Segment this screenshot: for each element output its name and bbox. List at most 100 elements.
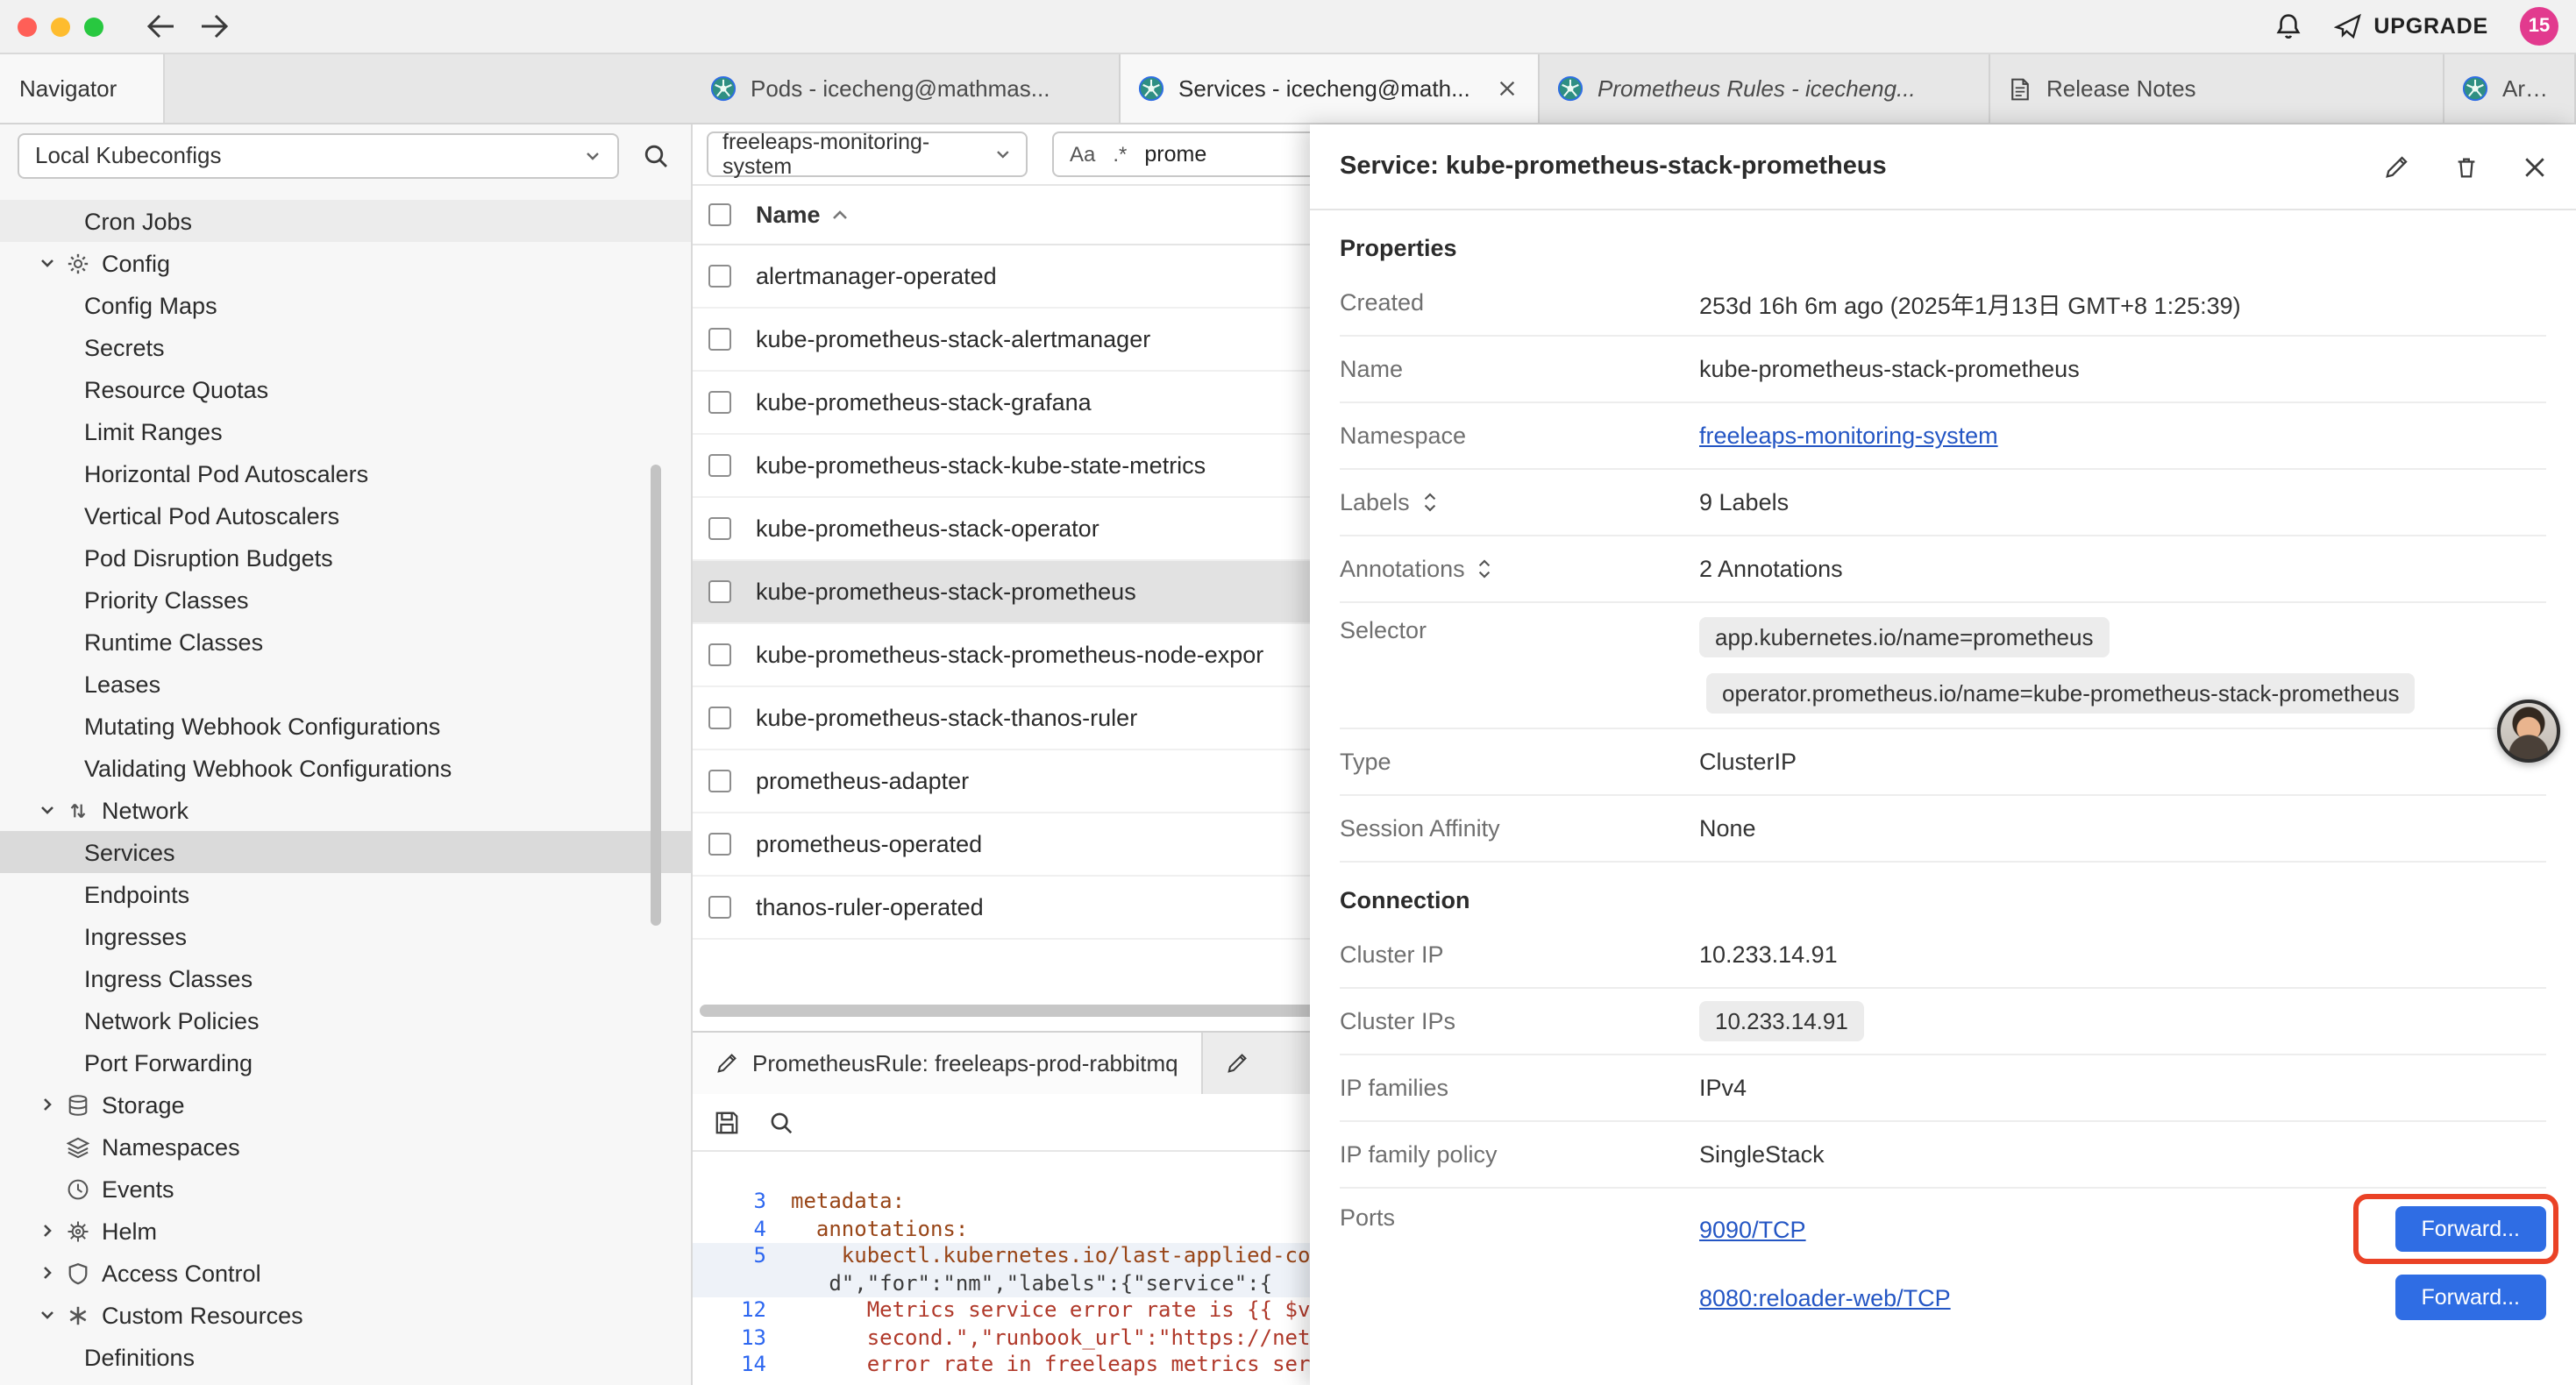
chevron-down-icon <box>39 254 67 272</box>
match-case-toggle[interactable]: Aa <box>1070 142 1095 167</box>
sidebar-item-secrets[interactable]: Secrets <box>0 326 691 368</box>
unfold-more-icon[interactable] <box>1422 491 1438 514</box>
row-checkbox[interactable] <box>708 643 731 666</box>
sidebar-item-network-policies[interactable]: Network Policies <box>0 999 691 1041</box>
row-checkbox[interactable] <box>708 328 731 351</box>
port-link[interactable]: 8080:reloader-web/TCP <box>1699 1284 1951 1310</box>
sidebar-item-priority-classes[interactable]: Priority Classes <box>0 579 691 621</box>
edit-pencil-icon[interactable] <box>2383 153 2409 180</box>
sidebar-item-config[interactable]: Config <box>0 242 691 284</box>
row-checkbox[interactable] <box>708 707 731 729</box>
close-window-button[interactable] <box>18 17 37 36</box>
row-checkbox[interactable] <box>708 517 731 540</box>
port-link[interactable]: 9090/TCP <box>1699 1216 1806 1242</box>
regex-toggle[interactable]: .* <box>1113 142 1127 167</box>
sidebar-item-namespaces[interactable]: Namespaces <box>0 1126 691 1168</box>
selector-badge: operator.prometheus.io/name=kube-prometh… <box>1706 673 2416 714</box>
sidebar-scrollbar[interactable] <box>651 465 661 926</box>
tab-close-icon[interactable] <box>1494 75 1520 102</box>
labels-row: Labels 9 Labels <box>1340 470 2546 536</box>
forward-button[interactable] <box>198 14 230 39</box>
select-all-checkbox[interactable] <box>708 203 731 226</box>
zoom-window-button[interactable] <box>84 17 103 36</box>
cluster-ip-badge: 10.233.14.91 <box>1699 1001 1864 1041</box>
name-column-header[interactable]: Name <box>756 202 849 228</box>
upgrade-icon <box>2333 12 2361 40</box>
back-button[interactable] <box>146 14 177 39</box>
sidebar-item-config-maps[interactable]: Config Maps <box>0 284 691 326</box>
selector-badge: app.kubernetes.io/name=prometheus <box>1699 617 2109 657</box>
session-affinity-row: Session Affinity None <box>1340 796 2546 863</box>
sidebar-item-access-control[interactable]: Access Control <box>0 1252 691 1294</box>
sidebar-item-ingresses[interactable]: Ingresses <box>0 915 691 957</box>
navigator-zone: Navigator <box>0 54 693 123</box>
dock-tab-prometheusrule[interactable]: PrometheusRule: freeleaps-prod-rabbitmq <box>693 1033 1203 1094</box>
shield-icon <box>67 1261 102 1284</box>
row-checkbox[interactable] <box>708 454 731 477</box>
unfold-more-icon[interactable] <box>1477 558 1493 580</box>
minimize-window-button[interactable] <box>51 17 70 36</box>
upgrade-button[interactable]: UPGRADE <box>2333 12 2488 40</box>
sidebar-item-network[interactable]: Network <box>0 789 691 831</box>
kubeconfig-select[interactable]: Local Kubeconfigs <box>18 132 619 178</box>
row-checkbox[interactable] <box>708 833 731 856</box>
sidebar-item-vertical-pod-autoscalers[interactable]: Vertical Pod Autoscalers <box>0 494 691 536</box>
tab-prometheus-rules[interactable]: Prometheus Rules - icecheng... <box>1540 54 1990 123</box>
edit-pencil-icon <box>1226 1052 1249 1075</box>
port-line: 9090/TCP Forward... <box>1699 1204 2546 1254</box>
editor-search-icon[interactable] <box>768 1109 794 1135</box>
sidebar-item-validating-webhook-configurations[interactable]: Validating Webhook Configurations <box>0 747 691 789</box>
chevron-down-icon <box>39 1306 67 1324</box>
sidebar-item-helm[interactable]: Helm <box>0 1210 691 1252</box>
row-checkbox[interactable] <box>708 580 731 603</box>
sidebar-item-endpoints[interactable]: Endpoints <box>0 873 691 915</box>
sidebar-item-definitions[interactable]: Definitions <box>0 1336 691 1378</box>
chevron-down-icon <box>39 801 67 819</box>
sidebar-item-horizontal-pod-autoscalers[interactable]: Horizontal Pod Autoscalers <box>0 452 691 494</box>
close-icon[interactable] <box>2523 155 2546 178</box>
navigator-panel-tab[interactable]: Navigator <box>0 54 164 123</box>
row-checkbox[interactable] <box>708 391 731 414</box>
ports-row: Ports 9090/TCP Forward... 8080:reloader-… <box>1340 1189 2546 1322</box>
namespace-link[interactable]: freeleaps-monitoring-system <box>1699 423 1998 449</box>
notification-count-badge[interactable]: 15 <box>2520 7 2558 46</box>
type-row: Type ClusterIP <box>1340 729 2546 796</box>
tab-release-notes[interactable]: Release Notes <box>1990 54 2444 123</box>
sidebar-item-runtime-classes[interactable]: Runtime Classes <box>0 621 691 663</box>
sidebar-item-ingress-classes[interactable]: Ingress Classes <box>0 957 691 999</box>
sidebar-item-leases[interactable]: Leases <box>0 663 691 705</box>
dock-tab-partial[interactable] <box>1203 1033 1326 1094</box>
sidebar-item-cron-jobs[interactable]: Cron Jobs <box>0 200 691 242</box>
tab-pods[interactable]: Pods - icecheng@mathmas... <box>693 54 1121 123</box>
cluster-ip-row: Cluster IP 10.233.14.91 <box>1340 922 2546 989</box>
namespace-filter-select[interactable]: freeleaps-monitoring-system <box>707 131 1028 177</box>
sidebar-item-events[interactable]: Events <box>0 1168 691 1210</box>
sidebar-item-resource-quotas[interactable]: Resource Quotas <box>0 368 691 410</box>
save-icon[interactable] <box>714 1109 740 1135</box>
row-checkbox[interactable] <box>708 770 731 792</box>
tab-argo[interactable]: Argo S <box>2444 54 2576 123</box>
sidebar-item-storage[interactable]: Storage <box>0 1083 691 1126</box>
sidebar-item-pod-disruption-budgets[interactable]: Pod Disruption Budgets <box>0 536 691 579</box>
port-line: 8080:reloader-web/TCP Forward... <box>1699 1273 2546 1322</box>
row-checkbox[interactable] <box>708 265 731 288</box>
sidebar-item-services[interactable]: Services <box>0 831 691 873</box>
sort-ascending-icon <box>831 209 849 221</box>
trash-icon[interactable] <box>2453 153 2480 180</box>
tab-services[interactable]: Services - icecheng@math... <box>1121 54 1540 123</box>
clock-icon <box>67 1177 102 1200</box>
namespace-row: Namespace freeleaps-monitoring-system <box>1340 403 2546 470</box>
selector-row: Selector app.kubernetes.io/name=promethe… <box>1340 603 2546 729</box>
sidebar-search-icon[interactable] <box>638 138 673 173</box>
notifications-bell-icon[interactable] <box>2274 12 2302 40</box>
forward-port-button[interactable]: Forward... <box>2395 1275 2546 1320</box>
sidebar-item-limit-ranges[interactable]: Limit Ranges <box>0 410 691 452</box>
sidebar-item-custom-resources[interactable]: Custom Resources <box>0 1294 691 1336</box>
user-avatar[interactable] <box>2497 700 2560 763</box>
row-checkbox[interactable] <box>708 896 731 919</box>
document-icon <box>2008 76 2032 101</box>
forward-port-button[interactable]: Forward... <box>2395 1206 2546 1252</box>
properties-section-heading: Properties <box>1340 235 2546 261</box>
sidebar-item-port-forwarding[interactable]: Port Forwarding <box>0 1041 691 1083</box>
sidebar-item-mutating-webhook-configurations[interactable]: Mutating Webhook Configurations <box>0 705 691 747</box>
